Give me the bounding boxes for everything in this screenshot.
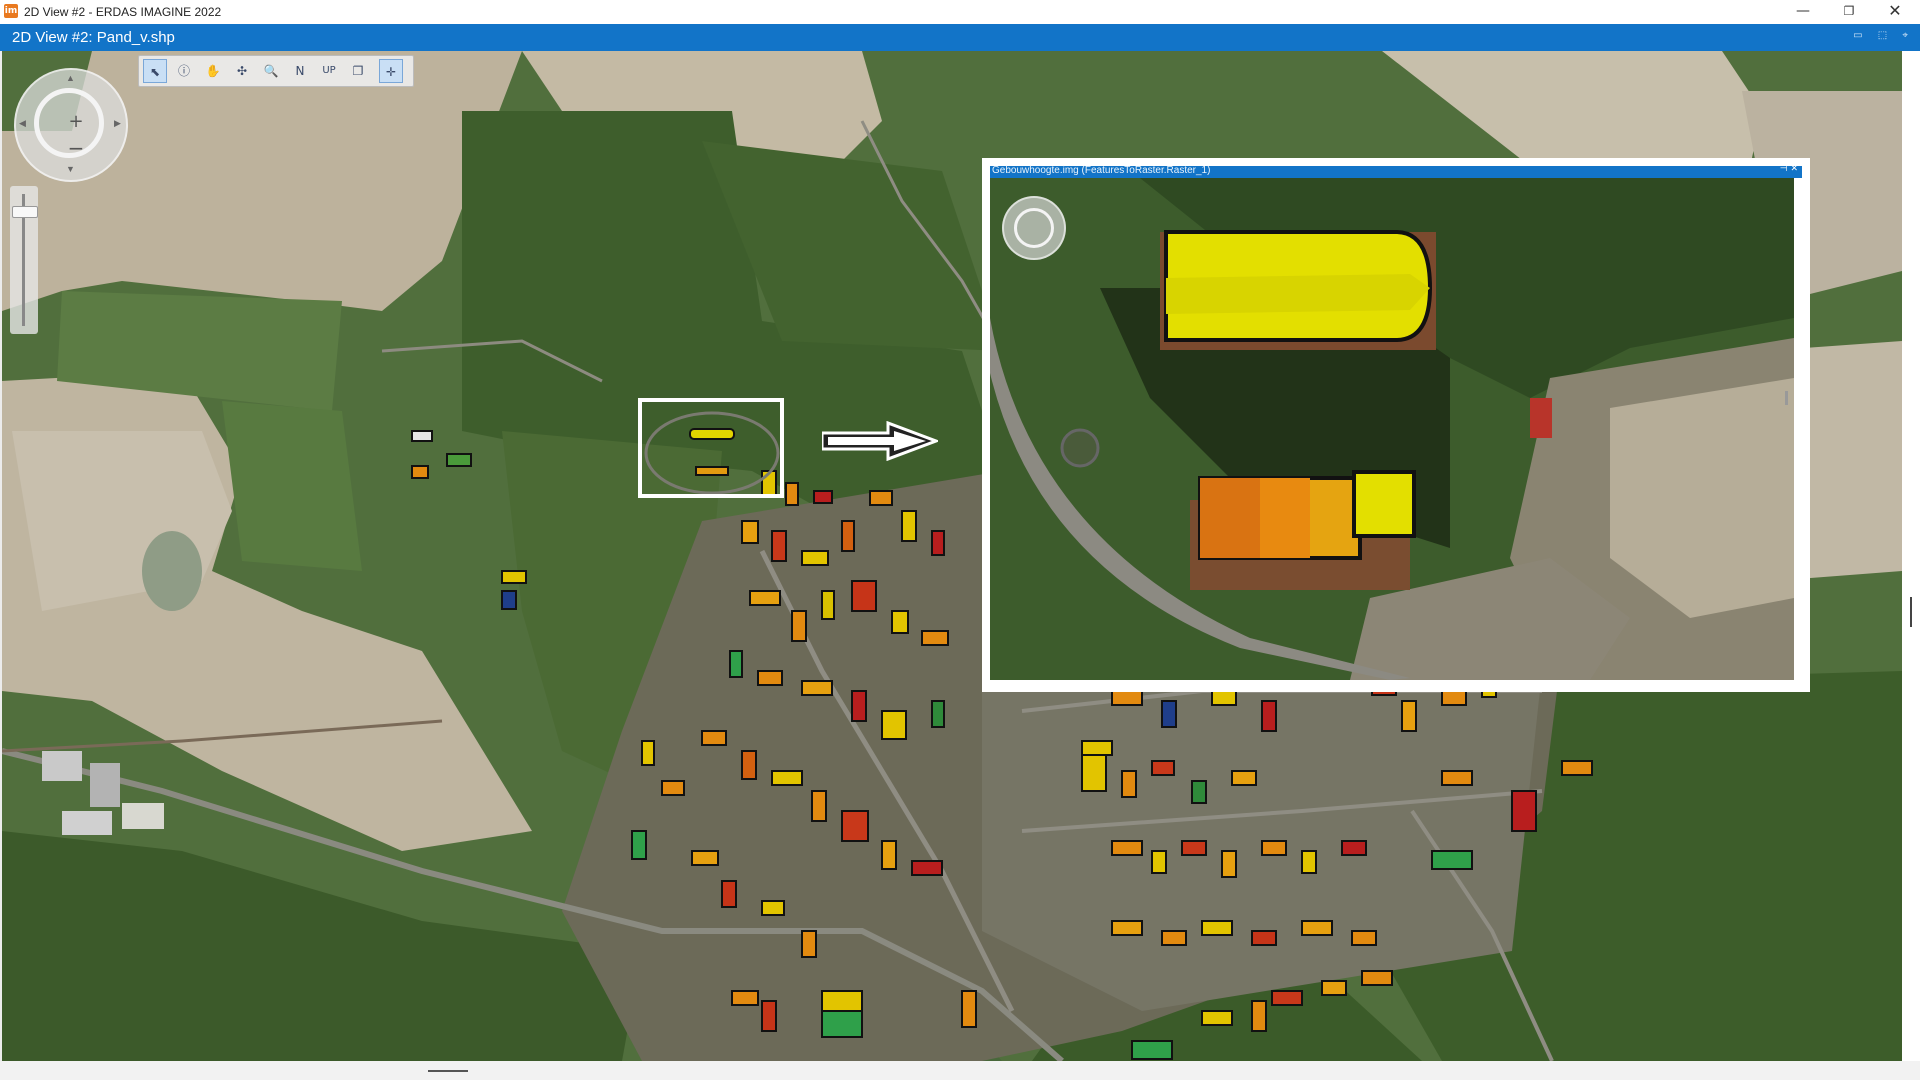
vertical-scrollbar[interactable] [1902, 51, 1920, 1061]
inset-view-window[interactable]: Gebouwhoogte.img (FeaturesToRaster.Raste… [982, 158, 1810, 692]
inset-map-canvas[interactable] [990, 178, 1794, 680]
crosshair-tool-icon[interactable]: ✛ [379, 59, 403, 83]
inset-resize-handle[interactable] [1785, 391, 1788, 405]
pan-west-icon[interactable]: ◀ [19, 118, 26, 129]
inset-titlebar: Gebouwhoogte.img (FeaturesToRaster.Raste… [990, 164, 1802, 178]
zoom-in-button[interactable]: + [67, 113, 85, 131]
north-up-tool-icon[interactable]: N [288, 59, 312, 83]
map-view-canvas[interactable]: ▲ ▼ ◀ ▶ + − ⬉ ⓘ ✋ ✣ 🔍 N UP ❐ ✛ Gebouwhoo… [2, 51, 1902, 1061]
navigation-compass[interactable]: ▲ ▼ ◀ ▶ + − [14, 68, 128, 182]
horizontal-scrollbar[interactable] [0, 1061, 1920, 1080]
inset-window-controls[interactable]: ⊣ ✕ [1780, 164, 1798, 174]
vertical-scrollbar-thumb[interactable] [1910, 597, 1912, 627]
pan-north-icon[interactable]: ▲ [66, 73, 75, 83]
inset-imagery [990, 178, 1794, 680]
inset-compass-ring[interactable] [1014, 208, 1054, 248]
close-button[interactable]: ✕ [1872, 0, 1918, 22]
view-header: 2D View #2: Pand_v.shp ▭ ⬚ ⌖ [0, 24, 1920, 51]
zoom-slider[interactable] [10, 186, 38, 334]
pan-south-icon[interactable]: ▼ [66, 164, 75, 174]
fit-tool-icon[interactable]: ✣ [230, 59, 254, 83]
minimize-button[interactable]: — [1780, 0, 1826, 22]
zoom-out-button[interactable]: − [67, 138, 85, 158]
inset-title: Gebouwhoogte.img (FeaturesToRaster.Raste… [992, 165, 1211, 176]
compass-ring[interactable]: + − [34, 88, 104, 158]
inset-navigation-compass[interactable] [1002, 196, 1066, 260]
callout-arrow-icon [822, 421, 938, 461]
zoom-area-frame [638, 398, 784, 498]
view-toolbar: ⬉ ⓘ ✋ ✣ 🔍 N UP ❐ ✛ [138, 55, 414, 87]
pan-tool-icon[interactable]: ✋ [201, 59, 225, 83]
layers-tool-icon[interactable]: ❐ [346, 59, 370, 83]
view-title: 2D View #2: Pand_v.shp [12, 29, 175, 46]
zoom-tool-icon[interactable]: 🔍 [259, 59, 283, 83]
horizontal-scrollbar-thumb[interactable] [428, 1070, 468, 1072]
pan-east-icon[interactable]: ▶ [114, 118, 121, 129]
info-tool-icon[interactable]: ⓘ [172, 59, 196, 83]
zoom-slider-handle[interactable] [12, 206, 38, 218]
view-header-controls[interactable]: ▭ ⬚ ⌖ [1853, 30, 1914, 41]
erdas-app-icon: im [4, 4, 18, 18]
select-tool-icon[interactable]: ⬉ [143, 59, 167, 83]
window-titlebar: im 2D View #2 - ERDAS IMAGINE 2022 — ❐ ✕ [0, 0, 1920, 25]
up-tool-icon[interactable]: UP [317, 59, 341, 83]
maximize-button[interactable]: ❐ [1826, 0, 1872, 22]
window-title: 2D View #2 - ERDAS IMAGINE 2022 [24, 5, 222, 19]
